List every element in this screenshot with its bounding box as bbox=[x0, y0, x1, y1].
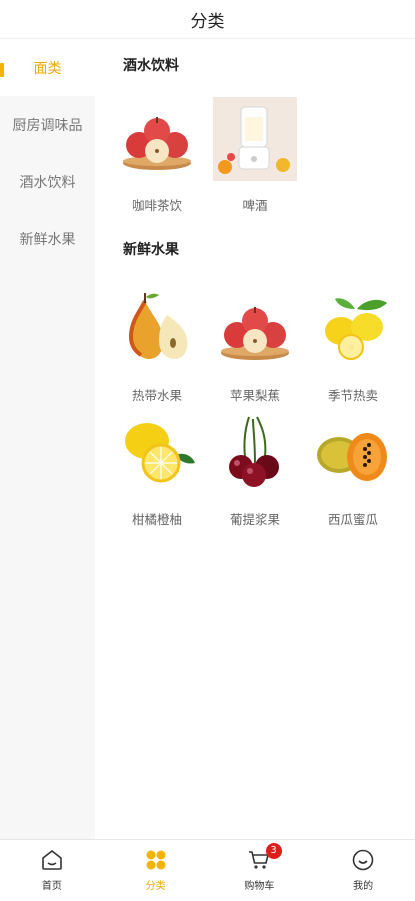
subcategory-beer[interactable]: 啤酒 bbox=[205, 97, 305, 214]
profile-icon bbox=[352, 849, 374, 871]
subcategory-seasonal-hot[interactable]: 季节热卖 bbox=[303, 287, 403, 404]
subcategory-label: 热带水果 bbox=[131, 388, 182, 403]
sidebar-item-fresh-fruit[interactable]: 新鲜水果 bbox=[0, 210, 95, 267]
tab-label: 我的 bbox=[353, 881, 374, 892]
sidebar-item-label: 新鲜水果 bbox=[19, 231, 76, 248]
cherries-thumbnail bbox=[229, 416, 279, 487]
tab-label: 购物车 bbox=[244, 881, 275, 892]
sidebar-item-label: 面类 bbox=[33, 60, 62, 77]
juice-blender-thumbnail bbox=[213, 97, 297, 181]
subcategory-tropical-fruit[interactable]: 热带水果 bbox=[107, 287, 207, 404]
papaya-thumbnail bbox=[317, 433, 387, 481]
subcategory-label: 啤酒 bbox=[242, 198, 268, 213]
subcategory-melons[interactable]: 西瓜蜜瓜 bbox=[303, 411, 403, 528]
section-title-drinks: 酒水饮料 bbox=[123, 58, 179, 74]
bottom-tab-bar: 首页 分类 3 购物车 我的 bbox=[0, 839, 415, 901]
tab-home[interactable]: 首页 bbox=[0, 840, 104, 901]
tab-category[interactable]: 分类 bbox=[104, 840, 208, 901]
subcategory-coffee-tea[interactable]: 咖啡茶饮 bbox=[107, 97, 207, 214]
subcategory-apple-pear-banana[interactable]: 苹果梨蕉 bbox=[205, 287, 305, 404]
tab-label: 首页 bbox=[41, 881, 62, 892]
pear-thumbnail bbox=[128, 293, 188, 359]
top-header: 分类 bbox=[0, 0, 415, 39]
subcategory-label: 苹果梨蕉 bbox=[229, 388, 280, 403]
subcategory-label: 季节热卖 bbox=[327, 388, 378, 403]
cart-badge: 3 bbox=[265, 843, 282, 859]
category-content: 酒水饮料 咖啡茶饮 啤酒 新鲜水果 热带水果 苹果梨蕉 季节热卖 柑橘橙柚 葡提… bbox=[95, 39, 415, 839]
subcategory-label: 柑橘橙柚 bbox=[131, 512, 182, 527]
section-title-fresh-fruit: 新鲜水果 bbox=[123, 242, 179, 258]
tab-label: 分类 bbox=[145, 881, 166, 892]
category-sidebar: 面类 厨房调味品 酒水饮料 新鲜水果 bbox=[0, 39, 95, 839]
subcategory-grapes-berries[interactable]: 葡提浆果 bbox=[205, 411, 305, 528]
subcategory-label: 葡提浆果 bbox=[229, 512, 280, 527]
sidebar-item-noodles[interactable]: 面类 bbox=[0, 39, 95, 96]
sidebar-item-label: 厨房调味品 bbox=[12, 117, 83, 134]
lemon-slice-thumbnail bbox=[125, 423, 195, 483]
home-icon bbox=[42, 849, 62, 870]
sidebar-item-kitchen-seasoning[interactable]: 厨房调味品 bbox=[0, 96, 95, 153]
subcategory-label: 咖啡茶饮 bbox=[131, 198, 182, 213]
lemons-thumbnail bbox=[325, 298, 387, 360]
apples-thumbnail bbox=[123, 117, 191, 170]
sidebar-item-drinks[interactable]: 酒水饮料 bbox=[0, 153, 95, 210]
apples-thumbnail bbox=[221, 307, 289, 360]
sidebar-item-label: 酒水饮料 bbox=[19, 174, 76, 191]
subcategory-label: 西瓜蜜瓜 bbox=[327, 512, 378, 527]
tab-cart[interactable]: 3 购物车 bbox=[208, 840, 312, 901]
category-icon bbox=[146, 850, 166, 870]
tab-profile[interactable]: 我的 bbox=[311, 840, 415, 901]
subcategory-citrus[interactable]: 柑橘橙柚 bbox=[107, 411, 207, 528]
page-title: 分类 bbox=[190, 11, 225, 32]
